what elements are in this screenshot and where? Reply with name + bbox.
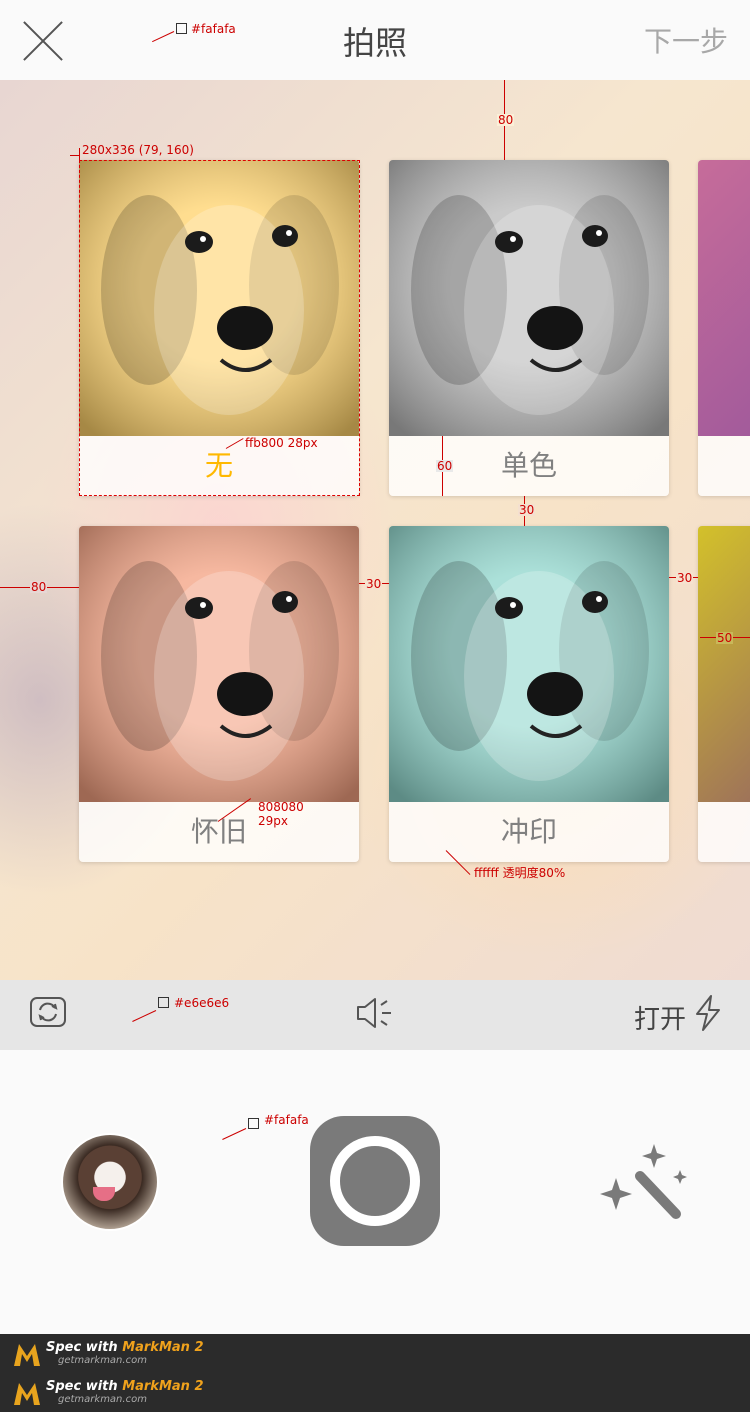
spec-caption-bg: ffffff 透明度80% (474, 866, 566, 880)
filter-card-print[interactable]: 冲印 (389, 526, 669, 862)
magic-wand-icon[interactable] (596, 1142, 688, 1222)
spec-color-top: #fafafa (191, 22, 236, 36)
filter-label (698, 436, 750, 496)
switch-camera-icon[interactable] (30, 997, 66, 1027)
spec-col-gap: 30 (676, 571, 694, 585)
spec-row-gap: 30 (518, 503, 536, 517)
filter-preview-area: 无 单色 怀旧 冲印 280x336 (79, 160) 80 ffb800 2… (0, 80, 750, 980)
sound-icon[interactable] (356, 997, 394, 1029)
filter-label: 怀旧 (79, 802, 359, 862)
dog-photo (389, 526, 669, 802)
top-nav-bar: 拍照 下一步 (0, 0, 750, 80)
spec-caption-color: 808080 (258, 800, 304, 814)
selection-outline (79, 160, 360, 496)
spec-caption-height: 60 (436, 459, 454, 473)
spec-mark (132, 1010, 157, 1022)
dog-photo (79, 526, 359, 802)
next-step-button[interactable]: 下一步 (644, 20, 728, 60)
spec-gap-top: 80 (497, 113, 515, 127)
filter-label: 冲印 (389, 802, 669, 862)
spec-left-margin: 80 (30, 580, 48, 594)
filter-thumbnail (698, 160, 750, 436)
flash-icon[interactable] (694, 994, 722, 1032)
capture-panel: #fafafa (0, 1050, 750, 1334)
flash-toggle-label[interactable]: 打开 (634, 999, 686, 1036)
spec-mark (79, 148, 80, 160)
shutter-ring (330, 1136, 420, 1226)
spec-color-bottom: #fafafa (264, 1113, 309, 1127)
filter-thumbnail (79, 526, 359, 802)
markman-url: getmarkman.com (58, 1394, 147, 1405)
filter-card-mono[interactable]: 单色 (389, 160, 669, 496)
spec-active-caption: ffb800 28px (245, 436, 318, 450)
page-title: 拍照 (342, 24, 407, 62)
dog-photo (389, 160, 669, 436)
markman-brand: Spec with MarkMan 2 (46, 1379, 204, 1394)
swatch-icon (176, 23, 187, 34)
swatch-icon (248, 1118, 259, 1129)
filter-thumbnail (389, 160, 669, 436)
filter-thumbnail (698, 526, 750, 802)
filter-thumbnail (389, 526, 669, 802)
swatch-icon (158, 997, 169, 1008)
spec-col-gap: 30 (365, 577, 383, 591)
filter-card-partial[interactable] (698, 160, 750, 496)
filter-card-partial[interactable] (698, 526, 750, 862)
filter-card-vintage[interactable]: 怀旧 (79, 526, 359, 862)
markman-logo-icon (14, 1344, 40, 1366)
dog-tongue (93, 1187, 115, 1201)
markman-logo-icon (14, 1383, 40, 1405)
spec-color-toolbar: #e6e6e6 (174, 996, 230, 1010)
markman-footer: Spec with MarkMan 2 getmarkman.com Spec … (0, 1334, 750, 1412)
spec-edge: 50 (716, 631, 734, 645)
spec-card-size: 280x336 (79, 160) (82, 143, 194, 157)
filter-label: 单色 (389, 436, 669, 496)
spec-mark (222, 1128, 247, 1140)
gallery-thumbnail[interactable] (61, 1133, 159, 1231)
filter-label (698, 802, 750, 862)
spec-caption-size: 29px (258, 814, 288, 828)
shutter-button[interactable] (310, 1116, 440, 1246)
markman-brand: Spec with MarkMan 2 (46, 1340, 204, 1355)
markman-url: getmarkman.com (58, 1355, 147, 1366)
